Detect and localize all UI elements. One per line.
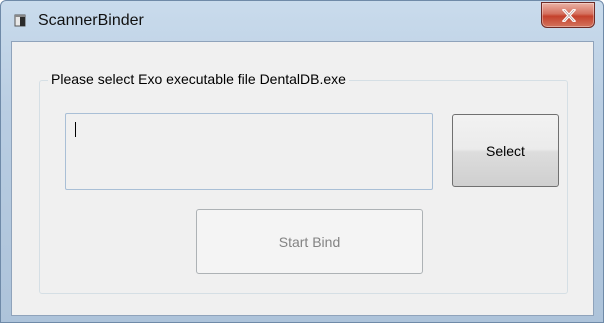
file-path-field[interactable] — [65, 113, 433, 190]
select-button[interactable]: Select — [452, 114, 559, 187]
close-icon — [561, 9, 577, 22]
start-bind-button[interactable]: Start Bind — [196, 209, 423, 274]
app-icon — [12, 12, 28, 28]
client-area: Please select Exo executable file Dental… — [11, 41, 594, 316]
app-window: ScannerBinder Please select Exo executab… — [0, 0, 604, 323]
window-title: ScannerBinder — [38, 12, 144, 29]
title-bar[interactable]: ScannerBinder — [1, 1, 603, 41]
text-caret — [75, 122, 76, 137]
close-button[interactable] — [541, 2, 595, 28]
group-legend: Please select Exo executable file Dental… — [48, 70, 349, 88]
